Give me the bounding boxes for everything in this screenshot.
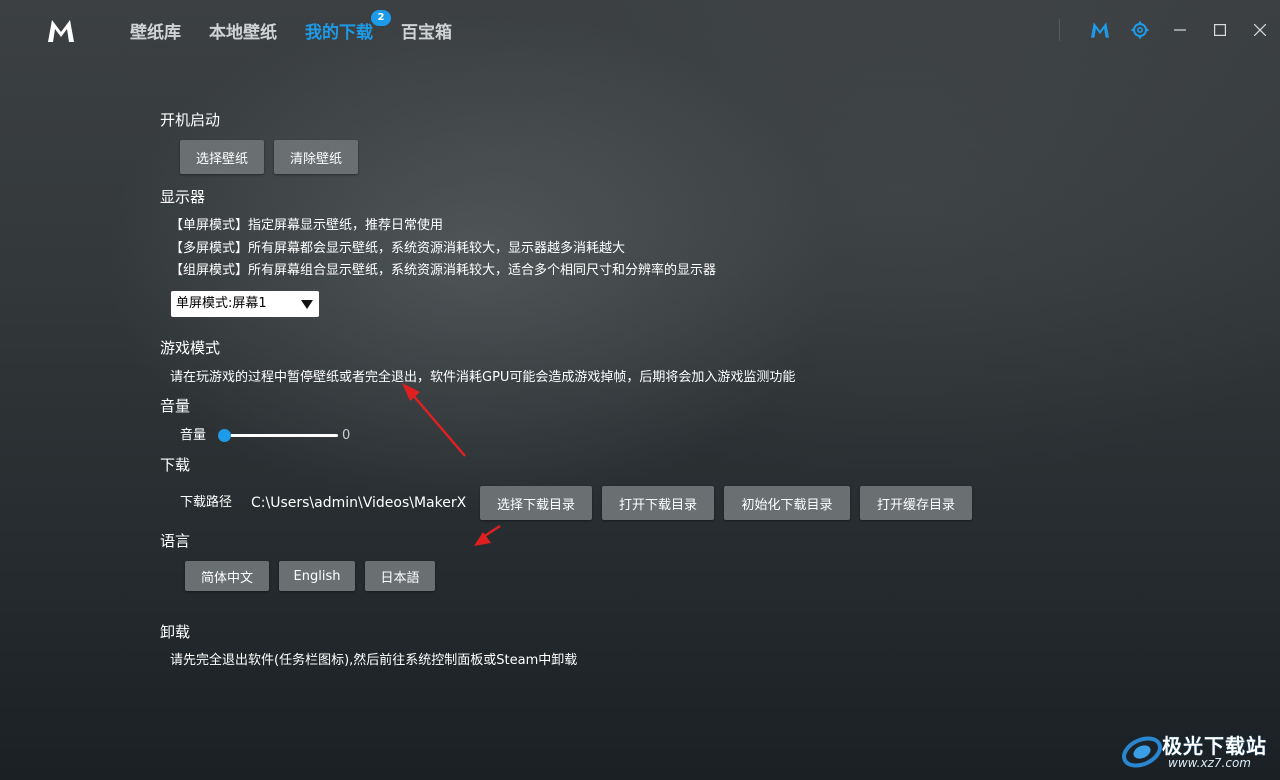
display-mode-value: 单屏模式:屏幕1 bbox=[176, 296, 267, 311]
chevron-down-icon bbox=[301, 300, 313, 309]
main-nav: 壁纸库 本地壁纸 我的下载 2 百宝箱 bbox=[130, 10, 480, 46]
volume-label: 音量 bbox=[180, 428, 207, 443]
choose-download-dir-button[interactable]: 选择下载目录 bbox=[480, 486, 592, 520]
nav-wallpaper-library[interactable]: 壁纸库 bbox=[130, 20, 181, 46]
minimize-icon[interactable] bbox=[1160, 14, 1200, 46]
volume-slider-track[interactable] bbox=[224, 434, 338, 437]
uninstall-title: 卸载 bbox=[160, 623, 191, 641]
gear-icon[interactable] bbox=[1120, 14, 1160, 46]
nav-my-downloads[interactable]: 我的下载 2 bbox=[305, 10, 391, 46]
select-wallpaper-button[interactable]: 选择壁纸 bbox=[180, 140, 264, 174]
single-screen-mode-desc: 【单屏模式】指定屏幕显示壁纸，推荐日常使用 bbox=[170, 218, 444, 233]
game-mode-desc: 请在玩游戏的过程中暂停壁纸或者完全退出，软件消耗GPU可能会造成游戏掉帧，后期将… bbox=[170, 370, 796, 385]
language-simplified-chinese[interactable]: 简体中文 bbox=[185, 561, 269, 591]
language-japanese[interactable]: 日本語 bbox=[365, 561, 435, 591]
watermark-name: 极光下载站 bbox=[1162, 734, 1267, 758]
download-path-label: 下载路径 bbox=[180, 495, 233, 510]
close-icon[interactable] bbox=[1240, 14, 1280, 46]
clear-wallpaper-button[interactable]: 清除壁纸 bbox=[274, 140, 358, 174]
multi-screen-mode-desc: 【多屏模式】所有屏幕都会显示壁纸，系统资源消耗较大，显示器越多消耗越大 bbox=[170, 241, 626, 256]
maximize-icon[interactable] bbox=[1200, 14, 1240, 46]
nav-my-downloads-label: 我的下载 bbox=[305, 23, 373, 43]
open-cache-dir-button[interactable]: 打开缓存目录 bbox=[860, 486, 972, 520]
language-title: 语言 bbox=[160, 532, 191, 550]
m-brand-icon[interactable] bbox=[1080, 14, 1120, 46]
open-download-dir-button[interactable]: 打开下载目录 bbox=[602, 486, 714, 520]
download-path-value: C:\Users\admin\Videos\MakerX bbox=[251, 495, 467, 511]
volume-title: 音量 bbox=[160, 397, 191, 415]
volume-value: 0 bbox=[342, 428, 351, 443]
group-screen-mode-desc: 【组屏模式】所有屏幕组合显示壁纸，系统资源消耗较大，适合多个相同尺寸和分辨率的显… bbox=[170, 263, 717, 278]
reset-download-dir-button[interactable]: 初始化下载目录 bbox=[724, 486, 850, 520]
window-controls bbox=[1059, 14, 1280, 46]
download-title: 下载 bbox=[160, 456, 191, 474]
download-count-badge: 2 bbox=[371, 10, 391, 26]
display-title: 显示器 bbox=[160, 188, 206, 206]
annotation-arrow bbox=[474, 524, 501, 546]
language-english[interactable]: English bbox=[279, 561, 355, 591]
m-logo-icon[interactable] bbox=[46, 18, 76, 44]
watermark-url: www.xz7.com bbox=[1168, 756, 1251, 770]
uninstall-desc: 请先完全退出软件(任务栏图标),然后前往系统控制面板或Steam中卸载 bbox=[170, 653, 578, 668]
display-mode-select[interactable]: 单屏模式:屏幕1 bbox=[171, 291, 319, 317]
game-mode-title: 游戏模式 bbox=[160, 339, 221, 357]
annotation-arrow bbox=[402, 383, 466, 457]
nav-local-wallpaper[interactable]: 本地壁纸 bbox=[209, 20, 277, 46]
volume-slider-handle[interactable] bbox=[218, 429, 231, 442]
divider bbox=[1059, 19, 1060, 41]
nav-toolbox[interactable]: 百宝箱 bbox=[401, 20, 452, 46]
startup-title: 开机启动 bbox=[160, 111, 221, 129]
title-bar: 壁纸库 本地壁纸 我的下载 2 百宝箱 bbox=[0, 0, 1280, 62]
